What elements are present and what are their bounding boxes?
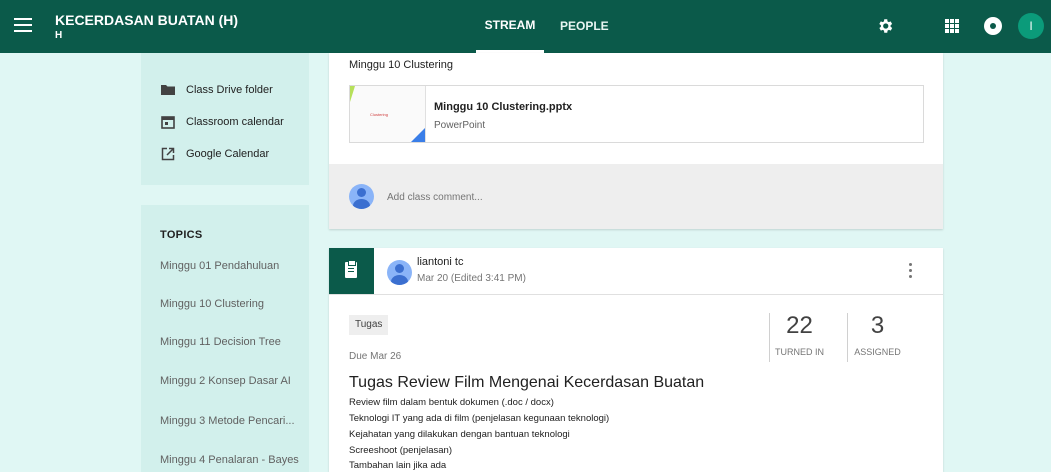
topics-heading: TOPICS [160,229,203,241]
assignment-title[interactable]: Tugas Review Film Mengenai Kecerdasan Bu… [349,374,704,392]
topics-panel: TOPICS Minggu 01 Pendahuluan Minggu 10 C… [141,205,309,472]
topic-item[interactable]: Minggu 11 Decision Tree [160,336,281,348]
attachment-name: Minggu 10 Clustering.pptx [434,101,573,113]
clipboard-icon [345,260,357,278]
topic-item[interactable]: Minggu 4 Penalaran - Bayes [160,454,299,466]
assigned-count: 3 [870,312,885,339]
topic-item[interactable]: Minggu 2 Konsep Dasar AI [160,375,291,387]
topic-chip[interactable]: Tugas [349,315,389,335]
due-date: Due Mar 26 [349,351,402,362]
material-post-card: Minggu 10 Clustering Clustering Minggu 1… [329,53,943,229]
assigned-label: ASSIGNED [854,347,901,357]
post-title: Minggu 10 Clustering [349,59,453,71]
attachment-type: PowerPoint [434,120,486,131]
divider [329,294,943,295]
class-drive-folder-label: Class Drive folder [186,84,273,96]
assignment-card: liantoni tc Mar 20 (Edited 3:41 PM) Tuga… [329,248,943,472]
assignment-badge [329,248,374,294]
menu-icon[interactable] [14,18,32,32]
description-line: Teknologi IT yang ada di film (penjelasa… [349,413,610,424]
assigned-stat[interactable]: 3 ASSIGNED [847,313,907,362]
description-line: Screeshoot (penjelasan) [349,445,452,456]
top-app-bar: KECERDASAN BUATAN (H) H STREAM PEOPLE I [0,0,1051,53]
attachment-card[interactable]: Clustering Minggu 10 Clustering.pptx Pow… [349,85,924,143]
attachment-thumbnail: Clustering [350,86,426,142]
description-line: Kejahatan yang dilakukan dengan bantuan … [349,429,570,440]
class-section: H [55,30,63,41]
turned-in-label: TURNED IN [775,347,824,357]
class-resources-panel: Class Drive folder Classroom calendar Go… [141,53,309,185]
more-options-icon[interactable] [909,263,913,279]
author-avatar-icon [387,260,412,285]
external-link-icon [161,147,175,161]
account-avatar[interactable]: I [1018,13,1044,39]
turned-in-stat[interactable]: 22 TURNED IN [769,313,829,362]
google-calendar-label: Google Calendar [186,148,270,160]
classroom-calendar-label: Classroom calendar [186,116,284,128]
class-title[interactable]: KECERDASAN BUATAN (H) [55,12,238,28]
calendar-icon [161,116,175,129]
thumbnail-text: Clustering [370,112,389,117]
author-name: liantoni tc [417,256,464,268]
user-avatar-icon [349,184,374,209]
gear-icon[interactable] [876,17,894,35]
turned-in-count: 22 [786,312,813,339]
add-class-comment-input[interactable]: Add class comment... [387,192,483,203]
topic-item[interactable]: Minggu 10 Clustering [160,298,264,310]
tab-people[interactable]: PEOPLE [560,0,609,53]
post-date: Mar 20 (Edited 3:41 PM) [417,273,526,284]
topic-item[interactable]: Minggu 01 Pendahuluan [160,260,279,272]
comment-bar: Add class comment... [329,164,943,229]
topic-item[interactable]: Minggu 3 Metode Pencari... [160,415,295,427]
description-line: Review film dalam bentuk dokumen (.doc /… [349,397,554,408]
tab-stream[interactable]: STREAM [476,0,544,53]
description-line: Tambahan lain jika ada [349,460,447,471]
notifications-icon[interactable] [984,17,1002,35]
folder-icon [161,85,175,95]
apps-icon[interactable] [945,19,959,33]
